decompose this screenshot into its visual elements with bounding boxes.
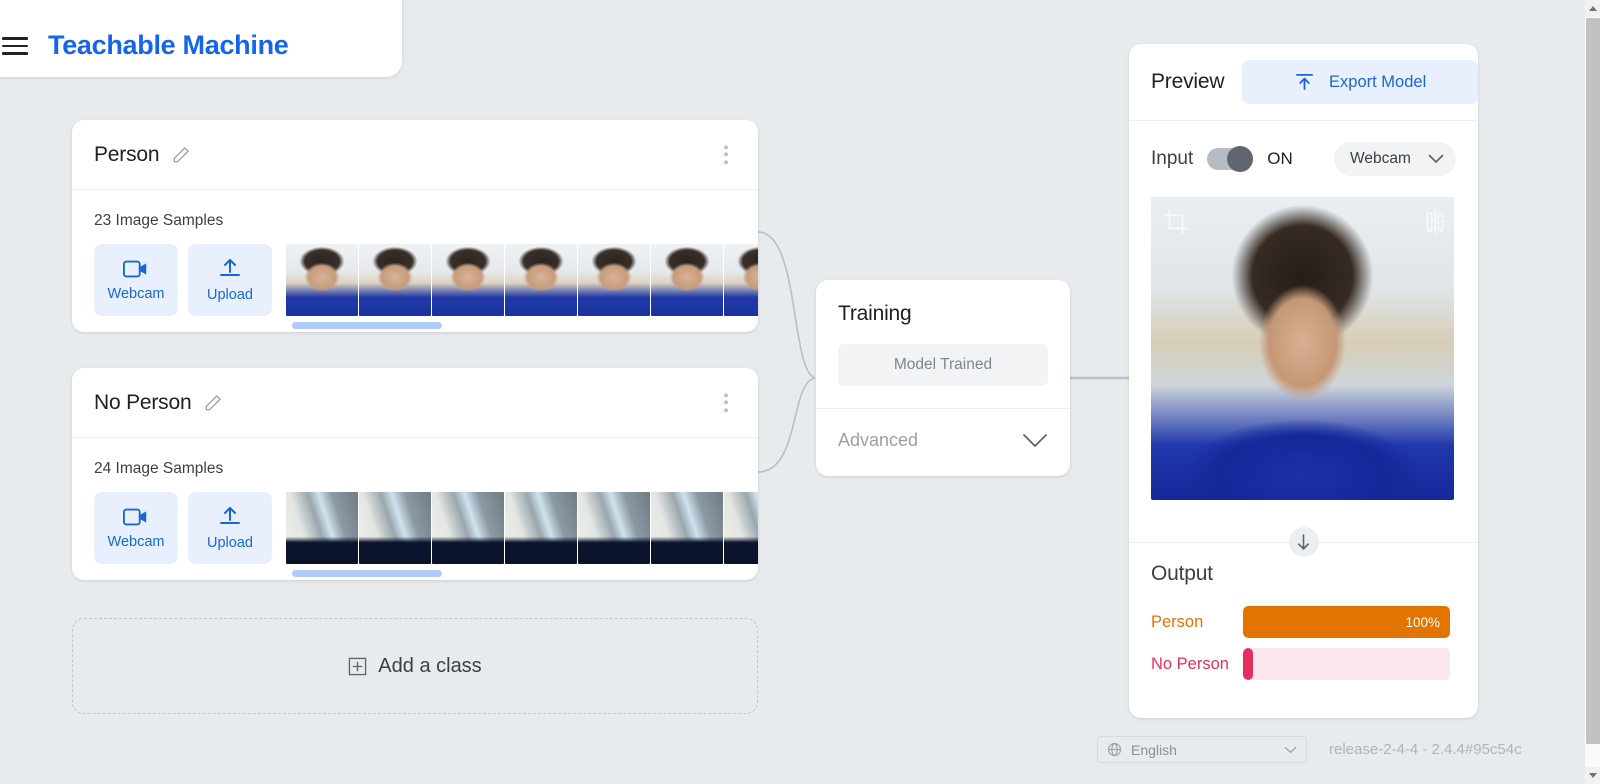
sample-thumbnail[interactable]: [286, 244, 358, 316]
sample-thumbnail[interactable]: [286, 492, 358, 564]
output-bar-track: [1243, 648, 1450, 680]
webcam-button[interactable]: Webcam: [94, 492, 178, 564]
sample-thumbnail[interactable]: [505, 244, 577, 316]
flip-horizontal-icon[interactable]: [1422, 209, 1448, 240]
sample-thumbnail[interactable]: [651, 492, 723, 564]
input-row: Input ON Webcam: [1129, 121, 1478, 197]
export-model-label: Export Model: [1329, 73, 1426, 92]
chevron-down-icon: [1284, 746, 1297, 754]
input-toggle[interactable]: [1207, 148, 1253, 170]
toggle-knob: [1227, 146, 1253, 172]
sample-thumbnail-strip[interactable]: [286, 244, 758, 316]
input-label: Input: [1151, 148, 1193, 170]
scroll-up-button[interactable]: [1585, 0, 1600, 17]
sample-thumbnail[interactable]: [724, 244, 758, 316]
edit-pencil-icon[interactable]: [171, 145, 191, 165]
train-model-button[interactable]: Model Trained: [838, 344, 1048, 386]
sample-thumbnail[interactable]: [651, 244, 723, 316]
class-name: Person: [94, 143, 159, 167]
training-panel: Training Model Trained Advanced: [816, 280, 1070, 476]
sample-thumbnail[interactable]: [432, 244, 504, 316]
edit-pencil-icon[interactable]: [203, 393, 223, 413]
page-footer: English release-2-4-4 - 2.4.4#95c54c: [1097, 736, 1522, 763]
class-body: 23 Image Samples Webcam Upload: [72, 190, 758, 316]
sample-thumbnail[interactable]: [578, 492, 650, 564]
chevron-down-icon: [1022, 433, 1048, 448]
webcam-preview[interactable]: [1151, 197, 1454, 500]
version-label: release-2-4-4 - 2.4.4#95c54c: [1329, 741, 1522, 758]
class-header: No Person: [72, 368, 758, 438]
output-class-label: No Person: [1151, 655, 1243, 674]
training-title: Training: [816, 280, 1070, 326]
webcam-button[interactable]: Webcam: [94, 244, 178, 316]
sample-count-label: 24 Image Samples: [94, 460, 758, 478]
plus-box-icon: [348, 657, 367, 676]
class-body: 24 Image Samples Webcam Upload: [72, 438, 758, 564]
sample-row: Webcam Upload: [94, 492, 758, 564]
preview-title: Preview: [1151, 70, 1224, 94]
upload-icon: [1294, 73, 1315, 92]
class-name: No Person: [94, 391, 191, 415]
class-card: No Person 24 Image Samples Webcam: [72, 368, 758, 580]
sample-thumbnail[interactable]: [432, 492, 504, 564]
class-menu-button[interactable]: [720, 141, 732, 168]
thumbnail-scrollbar[interactable]: [292, 322, 442, 329]
output-bar-track: 100%: [1243, 606, 1450, 638]
output-section: Output Person 100% No Person: [1129, 542, 1478, 690]
sample-thumbnail[interactable]: [505, 492, 577, 564]
sample-thumbnail[interactable]: [724, 492, 758, 564]
sample-thumbnail[interactable]: [359, 492, 431, 564]
export-model-button[interactable]: Export Model: [1242, 60, 1478, 104]
input-source-label: Webcam: [1350, 150, 1411, 168]
output-row: Person 100%: [1151, 606, 1450, 638]
output-class-label: Person: [1151, 613, 1243, 632]
preview-panel: Preview Export Model Input ON Webcam: [1129, 44, 1478, 718]
class-card: Person 23 Image Samples Webcam: [72, 120, 758, 332]
upload-button-label: Upload: [207, 535, 253, 551]
scroll-down-button[interactable]: [1585, 767, 1600, 784]
thumbnail-scrollbar[interactable]: [292, 570, 442, 577]
globe-icon: [1107, 742, 1122, 757]
language-label: English: [1131, 742, 1177, 758]
input-toggle-state: ON: [1267, 149, 1293, 169]
sample-thumbnail[interactable]: [578, 244, 650, 316]
advanced-label: Advanced: [838, 430, 918, 451]
browser-scrollbar[interactable]: [1584, 0, 1600, 784]
output-row: No Person: [1151, 648, 1450, 680]
output-bar-fill: 100%: [1243, 606, 1450, 638]
language-select[interactable]: English: [1097, 736, 1307, 763]
class-menu-button[interactable]: [720, 389, 732, 416]
sample-thumbnail[interactable]: [359, 244, 431, 316]
sample-thumbnail-strip[interactable]: [286, 492, 758, 564]
sample-count-label: 23 Image Samples: [94, 212, 758, 230]
app-header: Teachable Machine: [0, 0, 402, 77]
add-class-button[interactable]: Add a class: [72, 618, 758, 714]
add-class-label: Add a class: [378, 655, 481, 678]
scroll-thumb[interactable]: [1586, 18, 1600, 744]
hamburger-menu-icon[interactable]: [2, 37, 28, 55]
webcam-button-label: Webcam: [108, 534, 165, 550]
app-root: Teachable Machine Person 23 Image Sample…: [0, 0, 1600, 784]
upload-button-label: Upload: [207, 287, 253, 303]
chevron-down-icon: [1428, 154, 1444, 164]
class-header: Person: [72, 120, 758, 190]
flow-arrow-down-icon: [1289, 527, 1319, 557]
sample-row: Webcam Upload: [94, 244, 758, 316]
app-title: Teachable Machine: [48, 32, 288, 59]
input-source-select[interactable]: Webcam: [1334, 142, 1456, 176]
webcam-feed-image: [1151, 197, 1454, 500]
upload-button[interactable]: Upload: [188, 492, 272, 564]
output-title: Output: [1151, 562, 1450, 586]
upload-button[interactable]: Upload: [188, 244, 272, 316]
crop-icon[interactable]: [1163, 209, 1189, 240]
output-bar-fill: [1243, 648, 1253, 680]
advanced-toggle[interactable]: Advanced: [816, 409, 1070, 471]
preview-header: Preview Export Model: [1129, 44, 1478, 121]
webcam-button-label: Webcam: [108, 286, 165, 302]
output-percent-label: 100%: [1405, 615, 1440, 630]
